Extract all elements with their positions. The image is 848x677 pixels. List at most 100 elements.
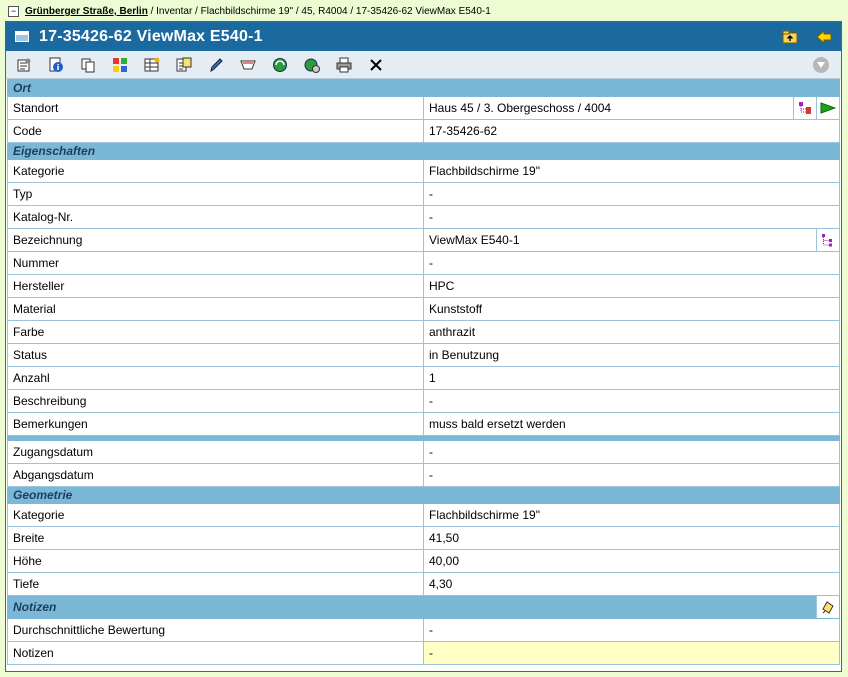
go-arrow-icon[interactable] xyxy=(816,97,839,119)
table-row: Beschreibung - xyxy=(7,389,840,413)
table-row: Nummer - xyxy=(7,251,840,275)
field-label: Bezeichnung xyxy=(7,228,424,252)
section-title-cell: Notizen xyxy=(7,595,840,619)
field-value: 1 xyxy=(423,366,840,390)
field-value: anthrazit xyxy=(423,320,840,344)
properties-table: Ort Standort Haus 45 / 3. Obergeschoss /… xyxy=(7,79,840,665)
field-label: Tiefe xyxy=(7,572,424,596)
page-title: 17-35426-62 ViewMax E540-1 xyxy=(39,27,263,45)
table-row: Standort Haus 45 / 3. Obergeschoss / 400… xyxy=(7,96,840,120)
table-row: Kategorie Flachbildschirme 19" xyxy=(7,503,840,527)
field-label: Abgangsdatum xyxy=(7,463,424,487)
field-label: Anzahl xyxy=(7,366,424,390)
field-label: Farbe xyxy=(7,320,424,344)
table-row: Breite 41,50 xyxy=(7,526,840,550)
field-value: muss bald ersetzt werden xyxy=(423,412,840,436)
field-value: - xyxy=(423,182,840,206)
folder-up-icon[interactable] xyxy=(781,28,799,46)
field-value-cell: ViewMax E540-1 xyxy=(423,228,840,252)
table-row: Tiefe 4,30 xyxy=(7,572,840,596)
table-row: Zugangsdatum - xyxy=(7,440,840,464)
field-value: 40,00 xyxy=(423,549,840,573)
table-row: Farbe anthrazit xyxy=(7,320,840,344)
breadcrumb: − Grünberger Straße, Berlin / Inventar / … xyxy=(8,5,848,19)
globe-refresh-icon[interactable] xyxy=(272,57,288,73)
hierarchy-icon[interactable] xyxy=(816,229,839,251)
field-value: in Benutzung xyxy=(423,343,840,367)
field-label: Hersteller xyxy=(7,274,424,298)
field-value: - xyxy=(423,205,840,229)
field-value: 17-35426-62 xyxy=(423,119,840,143)
table-row: Katalog-Nr. - xyxy=(7,205,840,229)
document-edit-icon[interactable] xyxy=(176,57,192,73)
info-icon[interactable] xyxy=(48,57,64,73)
breadcrumb-path: / Inventar / Flachbildschirme 19" / 45, … xyxy=(147,6,491,17)
field-label: Nummer xyxy=(7,251,424,275)
dropdown-icon[interactable] xyxy=(813,57,829,73)
table-row: Typ - xyxy=(7,182,840,206)
field-value: 4,30 xyxy=(423,572,840,596)
table-row: Bemerkungen muss bald ersetzt werden xyxy=(7,412,840,436)
close-icon[interactable] xyxy=(368,57,384,73)
properties-icon[interactable] xyxy=(16,57,32,73)
field-label: Kategorie xyxy=(7,503,424,527)
table-row: Durchschnittliche Bewertung - xyxy=(7,618,840,642)
table-row: Höhe 40,00 xyxy=(7,549,840,573)
back-arrow-icon[interactable] xyxy=(815,28,833,46)
table-row: Kategorie Flachbildschirme 19" xyxy=(7,159,840,183)
field-label: Typ xyxy=(7,182,424,206)
field-label: Bemerkungen xyxy=(7,412,424,436)
field-label: Zugangsdatum xyxy=(7,440,424,464)
field-label: Notizen xyxy=(7,641,424,665)
detail-panel: 17-35426-62 ViewMax E540-1 Ort Standort xyxy=(5,21,842,672)
table-row: Bezeichnung ViewMax E540-1 xyxy=(7,228,840,252)
table-icon[interactable] xyxy=(144,57,160,73)
location-tree-icon[interactable] xyxy=(793,97,816,119)
field-value: - xyxy=(423,389,840,413)
field-value: HPC xyxy=(423,274,840,298)
grid-icon[interactable] xyxy=(112,57,128,73)
field-label: Durchschnittliche Bewertung xyxy=(7,618,424,642)
section-header-ort: Ort xyxy=(7,79,840,97)
field-label: Standort xyxy=(7,96,424,120)
table-row: Code 17-35426-62 xyxy=(7,119,840,143)
copy-icon[interactable] xyxy=(80,57,96,73)
section-header-geometrie: Geometrie xyxy=(7,486,840,504)
standort-value: Haus 45 / 3. Obergeschoss / 4004 xyxy=(429,101,612,115)
notes-field[interactable]: - xyxy=(423,641,840,665)
breadcrumb-link-location[interactable]: Grünberger Straße, Berlin xyxy=(25,6,148,17)
globe-settings-icon[interactable] xyxy=(304,57,320,73)
field-value: - xyxy=(423,618,840,642)
toolbar xyxy=(6,51,841,79)
section-header-eigenschaften: Eigenschaften xyxy=(7,142,840,160)
field-label: Material xyxy=(7,297,424,321)
section-title: Ort xyxy=(7,79,840,97)
collapse-toggle[interactable]: − xyxy=(8,5,19,17)
table-row: Hersteller HPC xyxy=(7,274,840,298)
bezeichnung-value: ViewMax E540-1 xyxy=(429,233,520,247)
field-label: Status xyxy=(7,343,424,367)
field-label: Katalog-Nr. xyxy=(7,205,424,229)
section-title: Geometrie xyxy=(7,486,840,504)
field-label: Beschreibung xyxy=(7,389,424,413)
field-value-cell: Haus 45 / 3. Obergeschoss / 4004 xyxy=(423,96,840,120)
section-header-notizen: Notizen xyxy=(7,595,840,619)
field-value: Kunststoff xyxy=(423,297,840,321)
table-row: Material Kunststoff xyxy=(7,297,840,321)
section-title: Eigenschaften xyxy=(7,142,840,160)
table-row: Status in Benutzung xyxy=(7,343,840,367)
field-label: Kategorie xyxy=(7,159,424,183)
add-note-icon[interactable] xyxy=(816,596,839,618)
field-value: 41,50 xyxy=(423,526,840,550)
title-bar: 17-35426-62 ViewMax E540-1 xyxy=(6,22,841,51)
table-row: Anzahl 1 xyxy=(7,366,840,390)
field-label: Höhe xyxy=(7,549,424,573)
field-value: Flachbildschirme 19" xyxy=(423,503,840,527)
print-icon[interactable] xyxy=(336,57,352,73)
field-value: - xyxy=(423,440,840,464)
tray-icon[interactable] xyxy=(240,57,256,73)
field-label: Breite xyxy=(7,526,424,550)
pencil-icon[interactable] xyxy=(208,57,224,73)
field-value: - xyxy=(423,463,840,487)
field-value: Flachbildschirme 19" xyxy=(423,159,840,183)
